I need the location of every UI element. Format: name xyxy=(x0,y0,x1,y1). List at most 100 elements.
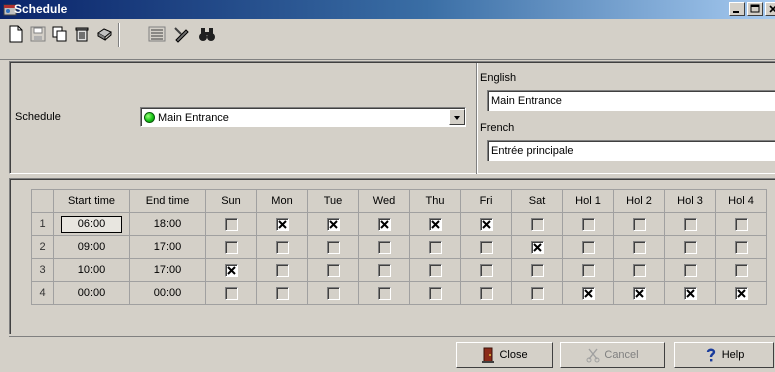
day-checkbox[interactable] xyxy=(530,263,544,277)
day-checkbox[interactable] xyxy=(479,217,493,231)
day-checkbox[interactable] xyxy=(326,240,340,254)
column-header: Thu xyxy=(409,189,461,213)
day-cell xyxy=(460,212,512,236)
day-checkbox[interactable] xyxy=(428,263,442,277)
day-cell xyxy=(358,281,410,305)
day-cell xyxy=(511,235,563,259)
day-checkbox[interactable] xyxy=(683,240,697,254)
day-checkbox[interactable] xyxy=(581,263,595,277)
day-checkbox[interactable] xyxy=(683,286,697,300)
minimize-button[interactable] xyxy=(729,2,745,16)
copy-icon xyxy=(52,26,67,42)
day-checkbox[interactable] xyxy=(377,240,391,254)
schedule-dropdown[interactable]: Main Entrance xyxy=(140,107,466,127)
print-button[interactable] xyxy=(93,23,115,45)
maximize-icon xyxy=(750,4,760,13)
day-checkbox[interactable] xyxy=(224,263,238,277)
new-button[interactable] xyxy=(5,23,27,45)
day-checkbox[interactable] xyxy=(734,263,748,277)
day-checkbox[interactable] xyxy=(581,217,595,231)
day-checkbox[interactable] xyxy=(377,286,391,300)
day-cell xyxy=(205,281,257,305)
day-checkbox[interactable] xyxy=(479,286,493,300)
day-checkbox[interactable] xyxy=(377,263,391,277)
column-header: Hol 2 xyxy=(613,189,665,213)
row-number: 3 xyxy=(31,258,54,282)
cancel-button[interactable]: Cancel xyxy=(560,342,665,368)
english-name-field[interactable]: Main Entrance xyxy=(487,90,775,111)
day-checkbox[interactable] xyxy=(275,263,289,277)
start-time-value: 10:00 xyxy=(77,264,106,276)
close-button[interactable]: Close xyxy=(456,342,553,368)
end-time-cell[interactable]: 17:00 xyxy=(129,235,206,259)
start-time-cell[interactable]: 06:00 xyxy=(53,212,130,236)
close-window-button[interactable] xyxy=(765,2,775,16)
close-button-label: Close xyxy=(499,349,528,361)
day-checkbox[interactable] xyxy=(683,217,697,231)
day-cell xyxy=(562,281,614,305)
day-checkbox[interactable] xyxy=(530,240,544,254)
save-button[interactable] xyxy=(27,23,49,45)
day-cell xyxy=(460,235,512,259)
day-checkbox[interactable] xyxy=(326,217,340,231)
day-checkbox[interactable] xyxy=(530,217,544,231)
day-checkbox[interactable] xyxy=(530,286,544,300)
day-cell xyxy=(307,258,359,282)
day-checkbox[interactable] xyxy=(377,217,391,231)
column-header: Start time xyxy=(53,189,130,213)
day-cell xyxy=(511,212,563,236)
find-button[interactable] xyxy=(196,23,218,45)
day-checkbox[interactable] xyxy=(632,286,646,300)
day-checkbox[interactable] xyxy=(275,286,289,300)
day-cell xyxy=(409,258,461,282)
start-time-cell[interactable]: 00:00 xyxy=(53,281,130,305)
day-checkbox[interactable] xyxy=(428,286,442,300)
day-checkbox[interactable] xyxy=(428,240,442,254)
day-checkbox[interactable] xyxy=(683,263,697,277)
day-checkbox[interactable] xyxy=(428,217,442,231)
french-name-field[interactable]: Entrée principale xyxy=(487,140,775,161)
help-button[interactable]: Help xyxy=(674,342,774,368)
day-checkbox[interactable] xyxy=(275,240,289,254)
start-time-cell[interactable]: 09:00 xyxy=(53,235,130,259)
maximize-button[interactable] xyxy=(747,2,763,16)
day-checkbox[interactable] xyxy=(734,240,748,254)
day-checkbox[interactable] xyxy=(479,240,493,254)
day-checkbox[interactable] xyxy=(581,286,595,300)
day-checkbox[interactable] xyxy=(734,286,748,300)
column-header: Hol 1 xyxy=(562,189,614,213)
day-cell xyxy=(664,212,716,236)
end-time-cell[interactable]: 00:00 xyxy=(129,281,206,305)
day-checkbox[interactable] xyxy=(479,263,493,277)
day-cell xyxy=(256,258,308,282)
help-question-icon xyxy=(706,348,715,362)
end-time-cell[interactable]: 17:00 xyxy=(129,258,206,282)
day-checkbox[interactable] xyxy=(326,263,340,277)
list-button[interactable] xyxy=(146,23,168,45)
schedule-row: 1 06:00 18:00 xyxy=(31,212,767,236)
title-bar[interactable]: Schedule xyxy=(0,0,775,19)
day-checkbox[interactable] xyxy=(224,217,238,231)
schedule-window: Schedule Schedule Main Entrance English … xyxy=(0,0,775,372)
day-cell xyxy=(511,258,563,282)
start-time-cell[interactable]: 10:00 xyxy=(53,258,130,282)
day-checkbox[interactable] xyxy=(581,240,595,254)
day-checkbox[interactable] xyxy=(632,263,646,277)
english-label: English xyxy=(480,72,517,84)
dropdown-arrow-button[interactable] xyxy=(449,109,465,125)
day-checkbox[interactable] xyxy=(632,240,646,254)
day-checkbox[interactable] xyxy=(275,217,289,231)
day-checkbox[interactable] xyxy=(632,217,646,231)
checkmark-x-icon xyxy=(532,242,542,252)
row-number: 1 xyxy=(31,212,54,236)
day-checkbox[interactable] xyxy=(326,286,340,300)
schedule-row: 4 00:00 00:00 xyxy=(31,281,767,305)
end-time-cell[interactable]: 18:00 xyxy=(129,212,206,236)
day-cell xyxy=(256,235,308,259)
day-checkbox[interactable] xyxy=(224,240,238,254)
day-checkbox[interactable] xyxy=(224,286,238,300)
day-checkbox[interactable] xyxy=(734,217,748,231)
copy-button[interactable] xyxy=(49,23,71,45)
delete-button[interactable] xyxy=(71,23,93,45)
edit-button[interactable] xyxy=(171,23,193,45)
